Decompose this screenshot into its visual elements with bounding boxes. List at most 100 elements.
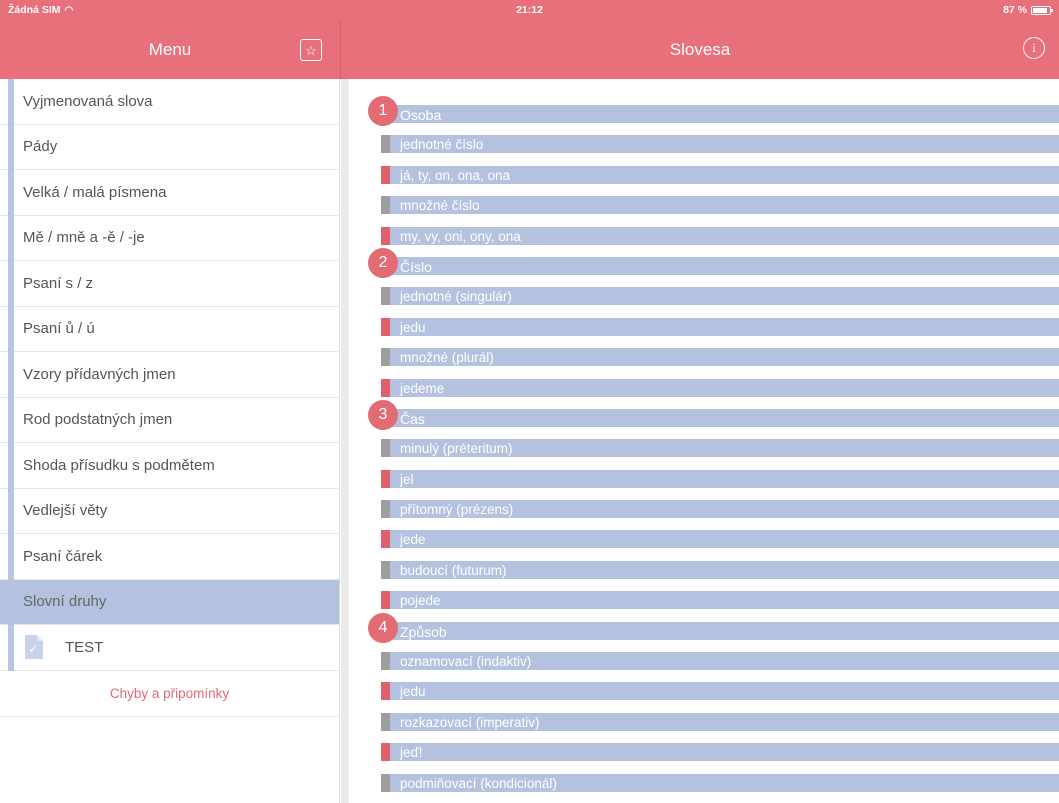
- sidebar-item[interactable]: Psaní čárek: [0, 534, 339, 580]
- category-row: minulý (préteritum): [368, 439, 1059, 469]
- sidebar-item[interactable]: Velká / malá písmena: [0, 170, 339, 216]
- sidebar-item[interactable]: Pády: [0, 124, 339, 170]
- sidebar-item-label: Slovní druhy: [23, 593, 107, 611]
- row-label: podmiňovací (kondicionál): [400, 775, 557, 791]
- sidebar-menu: Vyjmenovaná slova Pády Velká / malá písmen…: [0, 79, 340, 803]
- menu-title: Menu: [148, 40, 192, 59]
- section-bar: [381, 408, 1059, 427]
- sidebar-item[interactable]: Mě / mně a -ě / -je: [0, 215, 339, 261]
- example-row: jeď!: [368, 743, 1059, 773]
- sidebar-item[interactable]: Rod podstatných jmen: [0, 397, 339, 443]
- row-label: jedu: [400, 319, 426, 335]
- page-title: Slovesa: [669, 40, 731, 59]
- section-bar: [381, 621, 1059, 640]
- row-label: oznamovací (indaktiv): [400, 654, 532, 670]
- category-marker: [381, 773, 390, 792]
- example-row: jedu: [368, 317, 1059, 348]
- section-title: Osoba: [400, 107, 442, 123]
- sidebar-item-label: Vyjmenovaná slova: [23, 92, 153, 110]
- category-marker: [381, 196, 390, 215]
- status-time: 21:12: [516, 4, 543, 16]
- section-number-badge: 2: [368, 247, 398, 278]
- example-row: jedu: [368, 682, 1059, 712]
- sidebar-item[interactable]: Shoda přísudku s podmětem: [0, 443, 339, 489]
- row-label: jeď!: [400, 745, 423, 761]
- row-label: rozkazovací (imperativ): [400, 714, 540, 730]
- sidebar-item[interactable]: Vzory přídavných jmen: [0, 352, 339, 398]
- row-bar: [381, 317, 1059, 336]
- favorites-star-icon[interactable]: ☆: [300, 39, 322, 61]
- sidebar-item[interactable]: Vedlejší věty: [0, 488, 339, 534]
- example-row: jedeme: [368, 378, 1059, 409]
- section-number-badge: 4: [368, 612, 398, 643]
- section-title: Číslo: [400, 258, 432, 275]
- example-row: jede: [368, 530, 1059, 560]
- category-marker: [381, 500, 390, 519]
- content-area: 1 Osoba jednotné číslo já, ty, on, ona, ona…: [341, 79, 1059, 803]
- sidebar-item[interactable]: Vyjmenovaná slova: [0, 79, 339, 125]
- verb-table: 1 Osoba jednotné číslo já, ty, on, ona, ona…: [368, 96, 1059, 803]
- section-number-badge: 1: [368, 96, 398, 126]
- battery-percent: 87 %: [1003, 4, 1027, 16]
- row-bar: [381, 591, 1059, 610]
- sidebar-item-label: Vzory přídavných jmen: [23, 365, 176, 383]
- example-row: jel: [368, 469, 1059, 500]
- section-title: Způsob: [400, 623, 447, 640]
- row-label: jednotné číslo: [400, 137, 484, 153]
- battery-icon: [1031, 5, 1053, 15]
- row-bar: [381, 196, 1059, 215]
- battery-info: 87 %: [1003, 4, 1053, 16]
- category-row: rozkazovací (imperativ): [368, 712, 1059, 743]
- sidebar-item-label: Psaní s / z: [23, 274, 94, 292]
- sidebar-item-label: Rod podstatných jmen: [23, 411, 173, 429]
- row-label: jednotné (singulár): [400, 289, 512, 305]
- section-header: 3 Čas: [368, 399, 1059, 439]
- row-label: minulý (préteritum): [400, 441, 513, 457]
- row-label: přítomný (prézens): [400, 502, 514, 518]
- row-label: jedu: [400, 684, 426, 700]
- section-header: 4 Způsob: [368, 612, 1059, 652]
- sidebar-item-label: Mě / mně a -ě / -je: [23, 229, 145, 247]
- section-number-badge: 3: [368, 399, 398, 430]
- category-marker: [381, 348, 390, 367]
- menu-navbar: Menu ☆: [0, 20, 340, 79]
- sidebar-item[interactable]: Psaní ů / ú: [0, 306, 339, 352]
- category-marker: [381, 560, 390, 579]
- row-label: množné (plurál): [400, 350, 494, 366]
- category-marker: [381, 135, 390, 154]
- section-bar: [381, 105, 1059, 123]
- category-row: jednotné (singulár): [368, 287, 1059, 317]
- feedback-link[interactable]: Chyby a připomínky: [0, 671, 339, 717]
- sidebar-item-label: Velká / malá písmena: [23, 183, 167, 201]
- sidebar-item-label: Psaní ů / ú: [23, 320, 95, 338]
- info-icon[interactable]: i: [1023, 37, 1045, 59]
- row-label: budoucí (futurum): [400, 562, 507, 578]
- category-row: podmiňovací (kondicionál): [368, 773, 1059, 803]
- row-label: jel: [400, 471, 414, 487]
- section-header: 1 Osoba: [368, 96, 1059, 135]
- sidebar-item[interactable]: Slovní druhy: [0, 579, 339, 625]
- example-marker: [381, 469, 390, 488]
- category-marker: [381, 287, 390, 306]
- category-row: množné (plurál): [368, 348, 1059, 378]
- example-marker: [381, 317, 390, 336]
- menu-item-test-label: TEST: [65, 638, 104, 656]
- example-row: pojede: [368, 591, 1059, 621]
- content-navbar: Slovesa i: [341, 20, 1059, 79]
- example-marker: [381, 530, 390, 549]
- sidebar-item-label: Vedlejší věty: [23, 502, 108, 520]
- status-bar: Žádná SIM ◠ 21:12 87 %: [0, 0, 1059, 20]
- row-label: my, vy, oni, ony, ona: [400, 228, 521, 244]
- section-header: 2 Číslo: [368, 247, 1059, 287]
- category-row: budoucí (futurum): [368, 560, 1059, 591]
- row-label: pojede: [400, 593, 441, 609]
- category-marker: [381, 712, 390, 731]
- row-bar: [381, 378, 1059, 397]
- sidebar-item[interactable]: Psaní s / z: [0, 261, 339, 307]
- sidebar-item-label: Pády: [23, 138, 58, 156]
- row-bar: [381, 682, 1059, 701]
- example-marker: [381, 743, 390, 762]
- menu-item-test[interactable]: ✓ TEST: [0, 625, 339, 671]
- example-marker: [381, 591, 390, 610]
- top-header: Žádná SIM ◠ 21:12 87 % Menu ☆ Slovesa i: [0, 0, 1059, 79]
